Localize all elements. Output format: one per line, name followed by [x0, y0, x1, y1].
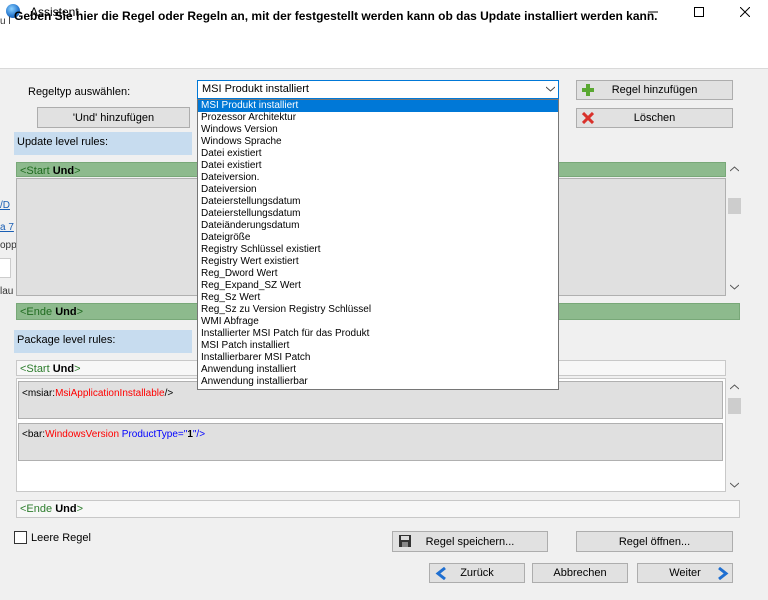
rule-open: <bar: [22, 429, 46, 440]
rule-type-option[interactable]: Reg_Sz Wert [198, 292, 558, 304]
rule-close: /> [164, 388, 174, 399]
rule-type-options: MSI Produkt installiert Prozessor Archite… [197, 99, 559, 390]
rule-attribute: ProductType=" [119, 429, 188, 440]
rule-type-option[interactable]: Dateierstellungsdatum [198, 208, 558, 220]
chevron-up-icon [730, 166, 739, 172]
rule-type-option[interactable]: Anwendung installiert [198, 364, 558, 376]
background-text: lau [0, 286, 14, 297]
background-text: a 7 [0, 222, 14, 233]
plus-icon [582, 84, 594, 96]
save-rule-button[interactable]: Regel speichern... [392, 531, 548, 552]
add-rule-button[interactable]: Regel hinzufügen [576, 80, 733, 100]
rule-type-option[interactable]: Dateiänderungsdatum [198, 220, 558, 232]
start-tag: <Start [20, 165, 50, 177]
tag-close: > [76, 503, 84, 515]
empty-rule-checkbox[interactable] [14, 531, 27, 544]
package-end-and-row[interactable]: <Ende Und> [16, 500, 740, 518]
chevron-up-icon [730, 384, 739, 390]
scrollbar-thumb[interactable] [728, 198, 741, 214]
rule-type-option[interactable]: WMI Abfrage [198, 316, 558, 328]
update-rules-label: Update level rules: [14, 132, 192, 155]
next-button[interactable]: Weiter [637, 563, 733, 583]
package-rule-windows-version[interactable]: <bar:WindowsVersion ProductType="1"/> [18, 423, 723, 461]
chevron-down-icon [730, 482, 739, 488]
rule-type-option[interactable]: Windows Version [198, 124, 558, 136]
rule-type-option[interactable]: Anwendung installierbar [198, 376, 558, 388]
rule-close: "/> [192, 429, 206, 440]
next-label: Weiter [669, 567, 701, 579]
rule-type-option[interactable]: Registry Schlüssel existiert [198, 244, 558, 256]
rule-type-option[interactable]: Registry Wert existiert [198, 256, 558, 268]
cancel-button[interactable]: Abbrechen [532, 563, 628, 583]
tag-close: > [76, 306, 84, 318]
rule-type-option[interactable]: Reg_Expand_SZ Wert [198, 280, 558, 292]
close-icon [740, 7, 750, 17]
delete-button[interactable]: Löschen [576, 108, 733, 128]
update-scrollbar[interactable] [727, 162, 742, 296]
rule-name: MsiApplicationInstallable [55, 388, 165, 399]
rule-type-option[interactable]: Dateigröße [198, 232, 558, 244]
chevron-down-icon [730, 284, 739, 290]
background-text: opp [0, 240, 17, 251]
start-keyword: Und [52, 165, 75, 177]
empty-rule-label: Leere Regel [31, 532, 91, 544]
rule-type-option[interactable]: Installierbarer MSI Patch [198, 352, 558, 364]
package-scrollbar[interactable] [727, 378, 742, 492]
package-rules-label: Package level rules: [14, 330, 192, 353]
rule-open: <msiar: [22, 388, 56, 399]
page-heading: Geben Sie hier die Regel oder Regeln an,… [14, 9, 658, 23]
maximize-icon [694, 7, 704, 17]
add-and-button[interactable]: 'Und' hinzufügen [37, 107, 190, 128]
start-tag: <Start [20, 363, 50, 375]
rule-type-option[interactable]: Datei existiert [198, 148, 558, 160]
end-tag: <Ende [20, 503, 53, 515]
end-keyword: Und [55, 503, 77, 515]
rule-type-option[interactable]: Datei existiert [198, 160, 558, 172]
scrollbar-thumb[interactable] [728, 398, 741, 414]
rule-type-option[interactable]: Reg_Dword Wert [198, 268, 558, 280]
rule-type-option[interactable]: Prozessor Architektur [198, 112, 558, 124]
header-banner [0, 24, 768, 69]
rule-type-option[interactable]: MSI Patch installiert [198, 340, 558, 352]
close-button[interactable] [722, 0, 768, 24]
background-text: u l [0, 16, 11, 27]
arrow-right-icon [718, 567, 729, 580]
rule-type-option[interactable]: MSI Produkt installiert [198, 100, 558, 112]
rule-type-option[interactable]: Dateierstellungsdatum [198, 196, 558, 208]
back-label: Zurück [460, 567, 494, 579]
rule-type-option[interactable]: Dateiversion [198, 184, 558, 196]
delete-label: Löschen [633, 112, 676, 124]
end-tag: <Ende [20, 306, 53, 318]
rule-type-option[interactable]: Dateiversion. [198, 172, 558, 184]
save-rule-label: Regel speichern... [425, 535, 515, 548]
rule-type-selected: MSI Produkt installiert [202, 83, 309, 95]
rule-type-select[interactable]: MSI Produkt installiert [197, 80, 559, 99]
tag-close: > [74, 165, 81, 177]
background-field [0, 258, 11, 278]
rule-type-option[interactable]: Installierter MSI Patch für das Produkt [198, 328, 558, 340]
maximize-button[interactable] [676, 0, 722, 24]
tag-close: > [74, 363, 81, 375]
rule-type-option[interactable]: Reg_Sz zu Version Registry Schlüssel [198, 304, 558, 316]
floppy-disk-icon [399, 535, 411, 547]
rule-type-option[interactable]: Windows Sprache [198, 136, 558, 148]
end-keyword: Und [55, 306, 77, 318]
rule-name: WindowsVersion [45, 429, 119, 440]
background-text: /D [0, 200, 10, 211]
delete-icon [582, 112, 594, 124]
open-rule-button[interactable]: Regel öffnen... [576, 531, 733, 552]
rule-type-label: Regeltyp auswählen: [28, 86, 131, 98]
chevron-down-icon [546, 86, 555, 92]
add-rule-label: Regel hinzufügen [611, 84, 698, 96]
start-keyword: Und [52, 363, 75, 375]
back-button[interactable]: Zurück [429, 563, 525, 583]
arrow-left-icon [435, 567, 446, 580]
